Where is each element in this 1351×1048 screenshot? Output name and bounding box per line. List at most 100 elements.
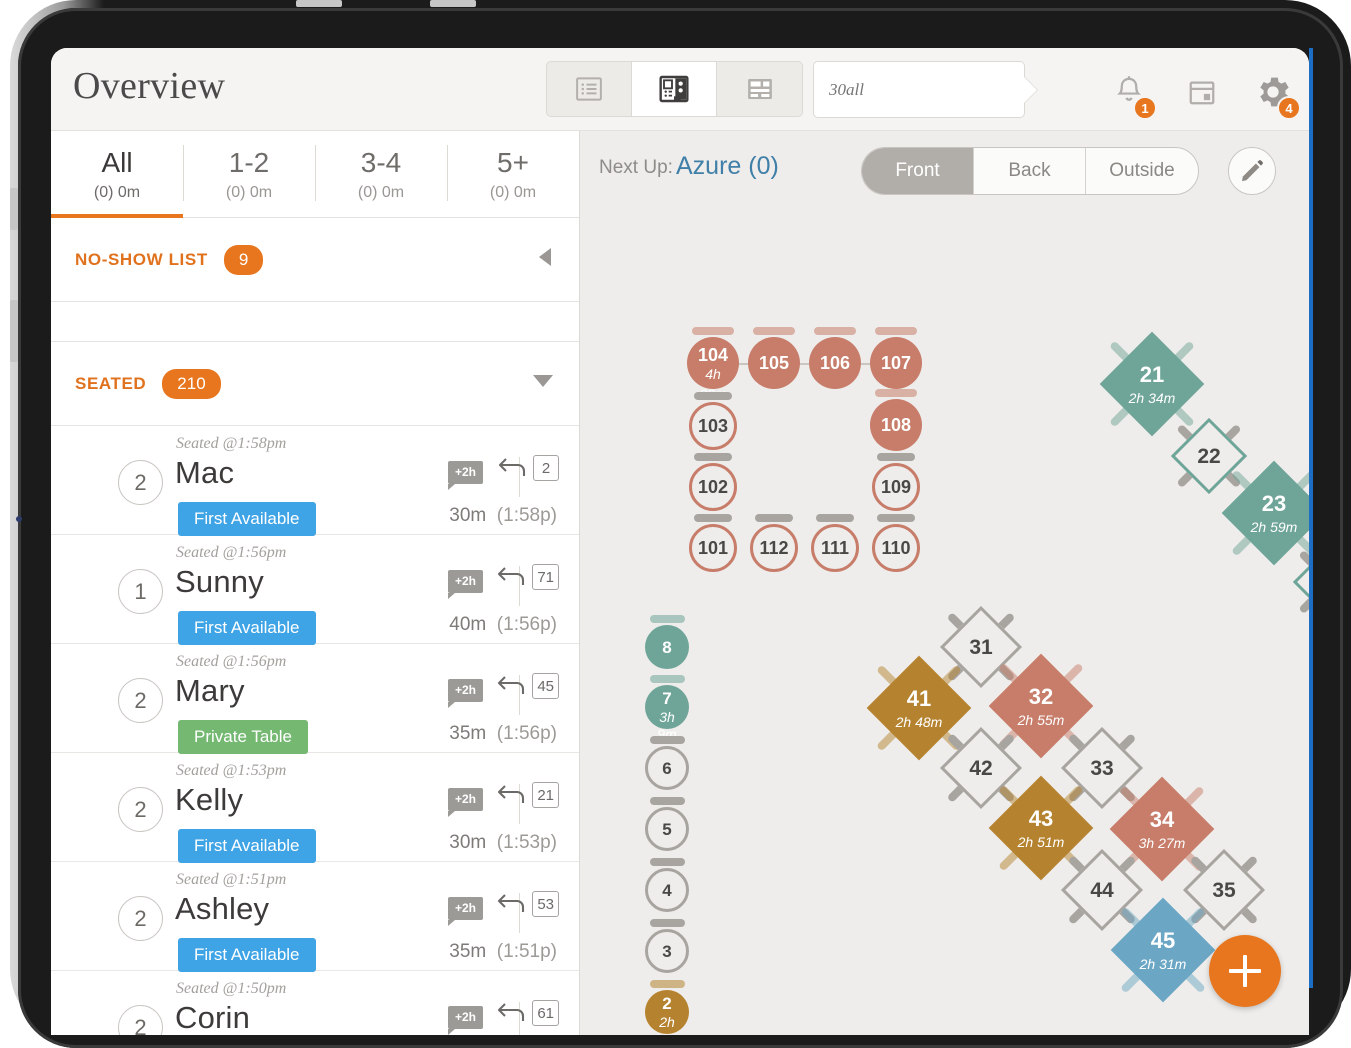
table-body: 103: [689, 402, 737, 450]
guest-note-badge[interactable]: +2h: [448, 788, 484, 817]
search-input[interactable]: [829, 79, 1024, 100]
guest-status-chip[interactable]: Private Table: [178, 720, 308, 754]
guest-party-size: 2: [118, 678, 163, 723]
chevron-left-icon[interactable]: [535, 246, 555, 273]
table-number: 110: [881, 538, 911, 558]
guest-row[interactable]: Seated @1:56pm 1 Sunny First Available +2h 71…: [51, 535, 579, 645]
table-7[interactable]: 7 3h 9m: [645, 675, 689, 741]
table-5[interactable]: 5: [645, 797, 689, 851]
calendar-button[interactable]: [1176, 66, 1228, 118]
table-32[interactable]: 32 2h 55m: [988, 653, 1094, 759]
party-size-tabs[interactable]: All (0) 0m 1-2 (0) 0m 3-4 (0) 0m 5+ (0) …: [51, 131, 579, 218]
screen-edge-highlight: [1309, 48, 1313, 988]
guest-status-chip[interactable]: First Available: [178, 611, 316, 645]
table-108[interactable]: 108: [870, 389, 922, 451]
chair: [753, 327, 795, 335]
guest-row[interactable]: Seated @1:50pm 2 Corin +2h 61: [51, 971, 579, 1035]
split-view-icon[interactable]: [632, 62, 717, 116]
table-body: 112: [750, 524, 798, 572]
room-back[interactable]: Back: [974, 148, 1086, 194]
guest-name: Mary: [175, 673, 245, 708]
guest-note-badge[interactable]: +2h: [448, 897, 484, 926]
table-101[interactable]: 101: [689, 514, 737, 572]
guest-row[interactable]: Seated @1:56pm 2 Mary Private Table +2h 45 35m…: [51, 644, 579, 754]
table-105[interactable]: 105: [748, 327, 800, 389]
table-8[interactable]: 8: [645, 615, 689, 669]
table-41[interactable]: 41 2h 48m: [866, 655, 972, 761]
table-number: 112: [759, 538, 789, 558]
table-number: 108: [880, 415, 912, 435]
notifications-button[interactable]: 1: [1103, 66, 1157, 120]
table-number: 106: [819, 353, 851, 373]
guest-name: Corin: [175, 1000, 251, 1035]
guest-note-badge[interactable]: +2h: [448, 1006, 484, 1035]
table-43[interactable]: 43 2h 51m: [988, 775, 1094, 881]
table-6[interactable]: 6: [645, 736, 689, 790]
table-24[interactable]: 24: [1292, 543, 1309, 621]
table-body: 108: [870, 399, 922, 451]
guest-row[interactable]: Seated @1:51pm 2 Ashley First Available +2h 5…: [51, 862, 579, 972]
chair: [650, 736, 685, 744]
table-body: 6: [645, 746, 689, 790]
guest-table-assignment[interactable]: 2: [496, 455, 559, 481]
search-box[interactable]: [813, 61, 1025, 118]
table-107[interactable]: 107: [870, 327, 922, 389]
chair: [694, 514, 732, 522]
room-front[interactable]: Front: [862, 148, 974, 194]
table-112[interactable]: 112: [750, 514, 798, 572]
no-show-list-title: NO-SHOW LIST: [75, 249, 208, 269]
guest-note-badge[interactable]: +2h: [448, 461, 484, 490]
guest-note-badge[interactable]: +2h: [448, 679, 484, 708]
table-21[interactable]: 21 2h 34m: [1099, 331, 1205, 437]
seated-guest-list[interactable]: Seated @1:58pm 2 Mac First Available +2h 2 30m…: [51, 426, 579, 1035]
guest-note-badge[interactable]: +2h: [448, 570, 484, 599]
guest-table-assignment[interactable]: 61: [495, 1000, 559, 1026]
chevron-down-icon[interactable]: [531, 372, 555, 395]
table-4[interactable]: 4: [645, 858, 689, 912]
guest-status-chip[interactable]: First Available: [178, 502, 316, 536]
pencil-icon[interactable]: [1228, 147, 1276, 195]
room-outside[interactable]: Outside: [1086, 148, 1198, 194]
table-2[interactable]: 22h29m: [645, 980, 689, 1035]
table-109[interactable]: 109: [872, 453, 920, 511]
chair: [694, 453, 732, 461]
tab-1-2[interactable]: 1-2 (0) 0m: [183, 131, 315, 217]
guest-row[interactable]: Seated @1:53pm 2 Kelly First Available +2h 21…: [51, 753, 579, 863]
guest-table-assignment[interactable]: 45: [495, 673, 559, 699]
section-no-show-list[interactable]: NO-SHOW LIST 9: [51, 218, 579, 302]
table-3[interactable]: 3: [645, 919, 689, 973]
table-104[interactable]: 1044h39m: [687, 327, 739, 401]
tab-all[interactable]: All (0) 0m: [51, 131, 183, 218]
list-view-icon[interactable]: [547, 62, 632, 116]
table-22[interactable]: 22: [1170, 417, 1248, 495]
settings-button[interactable]: 4: [1247, 66, 1301, 120]
tab-3-4[interactable]: 3-4 (0) 0m: [315, 131, 447, 217]
table-duration: 2h: [659, 1014, 675, 1030]
guest-name: Sunny: [175, 564, 264, 599]
guest-row[interactable]: Seated @1:58pm 2 Mac First Available +2h 2 30m…: [51, 426, 579, 536]
tab-5-plus[interactable]: 5+ (0) 0m: [447, 131, 579, 217]
table-103[interactable]: 103: [689, 392, 737, 450]
guest-status-chip[interactable]: First Available: [178, 938, 316, 972]
table-34[interactable]: 34 3h 27m: [1109, 776, 1215, 882]
guest-table-assignment[interactable]: 21: [495, 782, 559, 808]
floor-plan-canvas[interactable]: 1044h39m 105 106 107 103 108 102 109 101 112 111 11…: [580, 208, 1309, 1035]
room-selector[interactable]: Front Back Outside: [861, 147, 1199, 195]
section-seated[interactable]: SEATED 210: [51, 342, 579, 426]
grid-view-icon[interactable]: [717, 62, 802, 116]
table-number: 104: [697, 344, 729, 365]
guest-table-assignment[interactable]: 53: [495, 891, 559, 917]
guest-table-assignment[interactable]: 71: [495, 564, 559, 590]
next-up-value[interactable]: Azure (0): [676, 152, 779, 181]
guest-status-chip[interactable]: First Available: [178, 829, 316, 863]
table-102[interactable]: 102: [689, 453, 737, 511]
table-23[interactable]: 23 2h 59m: [1221, 460, 1309, 566]
table-45[interactable]: 45 2h 31m: [1110, 897, 1216, 1003]
table-110[interactable]: 110: [872, 514, 920, 572]
table-106[interactable]: 106: [809, 327, 861, 389]
add-button[interactable]: [1209, 935, 1281, 1007]
table-111[interactable]: 111: [811, 514, 859, 572]
view-mode-toggle[interactable]: [546, 61, 803, 117]
tab-5-plus-sub: (0) 0m: [489, 183, 537, 201]
guest-party-size: 2: [118, 787, 163, 832]
